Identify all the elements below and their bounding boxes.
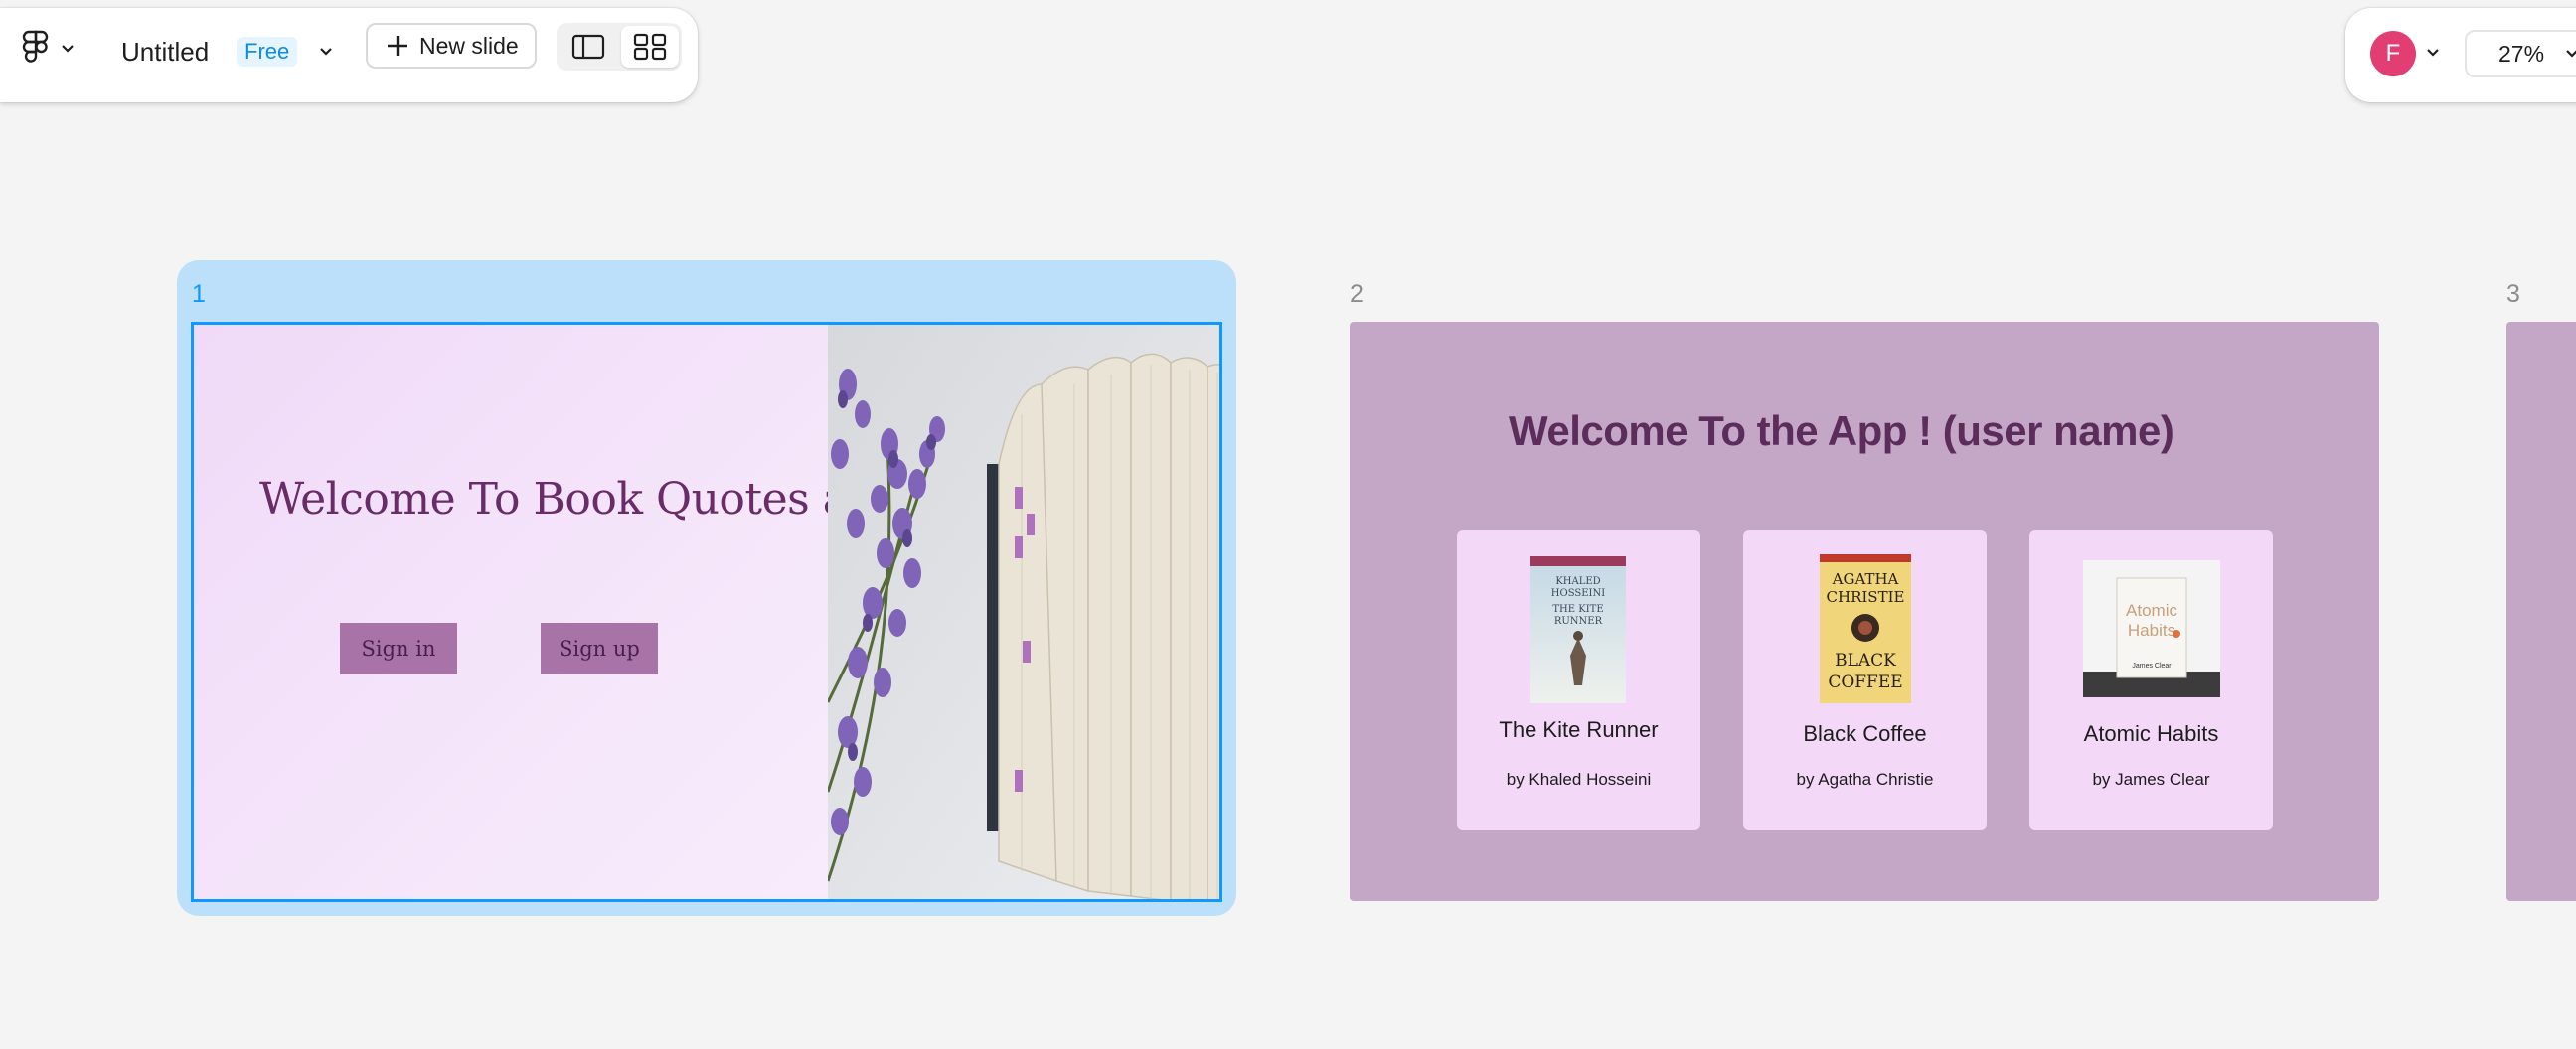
cover-text: THE KITE xyxy=(1552,604,1603,615)
slide-1-number: 1 xyxy=(192,280,206,308)
grid-view-icon xyxy=(633,33,667,61)
book-cover-atomic-habits: Atomic Habits James Clear xyxy=(2083,560,2220,697)
book-card-black-coffee[interactable]: AGATHA CHRISTIE BLACK COFFEE Black Coffe… xyxy=(1743,530,1987,830)
cover-text: BLACK xyxy=(1835,651,1896,671)
chevron-down-icon[interactable] xyxy=(316,44,336,60)
book-title: The Kite Runner xyxy=(1499,717,1659,742)
slide-2[interactable]: Welcome To the App ! (user name) KHALED … xyxy=(1350,322,2379,901)
book-author: by Agatha Christie xyxy=(1796,770,1934,789)
main-menu-button[interactable] xyxy=(22,28,81,68)
cover-text: Habits xyxy=(2128,621,2175,640)
new-slide-label: New slide xyxy=(419,32,519,59)
grid-view-button[interactable] xyxy=(621,26,679,68)
slide-1-title: Welcome To Book Quotes app xyxy=(259,474,903,524)
lavender-book-photo xyxy=(828,325,1219,899)
sign-in-button[interactable]: Sign in xyxy=(340,623,457,674)
chevron-down-icon[interactable] xyxy=(2425,46,2441,60)
single-slide-view-button[interactable] xyxy=(560,26,617,68)
sign-up-button[interactable]: Sign up xyxy=(541,623,658,674)
cover-text: KHALED xyxy=(1555,576,1600,587)
slide-2-title: Welcome To the App ! (user name) xyxy=(1509,407,2174,454)
figma-logo-icon xyxy=(22,30,49,63)
slide-1[interactable]: Welcome To Book Quotes app Sign in Sign … xyxy=(191,322,1222,902)
view-toggle xyxy=(557,23,682,71)
slide-2-number: 2 xyxy=(1350,280,1364,308)
cover-text: Atomic xyxy=(2126,601,2177,620)
book-cover-kite-runner: KHALED HOSSEINI THE KITE RUNNER xyxy=(1530,556,1626,703)
cover-text: RUNNER xyxy=(1554,616,1603,627)
book-author: by James Clear xyxy=(2092,770,2210,789)
slide-3[interactable] xyxy=(2506,322,2576,901)
cover-text: COFFEE xyxy=(1828,673,1902,692)
file-title[interactable]: Untitled xyxy=(121,37,209,68)
chevron-down-icon xyxy=(62,45,74,53)
single-slide-view-icon xyxy=(571,34,605,60)
cover-text: CHRISTIE xyxy=(1827,588,1905,606)
cover-text: HOSSEINI xyxy=(1551,588,1605,599)
book-card-atomic-habits[interactable]: Atomic Habits James Clear Atomic Habits … xyxy=(2029,530,2273,830)
slide-3-number: 3 xyxy=(2506,280,2520,308)
book-cover-black-coffee: AGATHA CHRISTIE BLACK COFFEE xyxy=(1820,554,1911,703)
chevron-down-icon xyxy=(2566,50,2576,58)
book-card-kite-runner[interactable]: KHALED HOSSEINI THE KITE RUNNER The Kite… xyxy=(1457,530,1700,830)
cover-text: James Clear xyxy=(2132,663,2172,670)
plus-icon xyxy=(388,36,407,56)
plan-badge: Free xyxy=(237,37,298,67)
book-author: by Khaled Hosseini xyxy=(1506,770,1652,789)
new-slide-button[interactable]: New slide xyxy=(366,23,537,69)
book-title: Atomic Habits xyxy=(2083,721,2219,746)
zoom-dropdown[interactable]: 27% xyxy=(2465,30,2576,77)
book-title: Black Coffee xyxy=(1803,721,1927,746)
cover-text: AGATHA xyxy=(1832,570,1899,588)
user-avatar[interactable]: F xyxy=(2370,31,2416,76)
zoom-value: 27% xyxy=(2498,40,2545,67)
